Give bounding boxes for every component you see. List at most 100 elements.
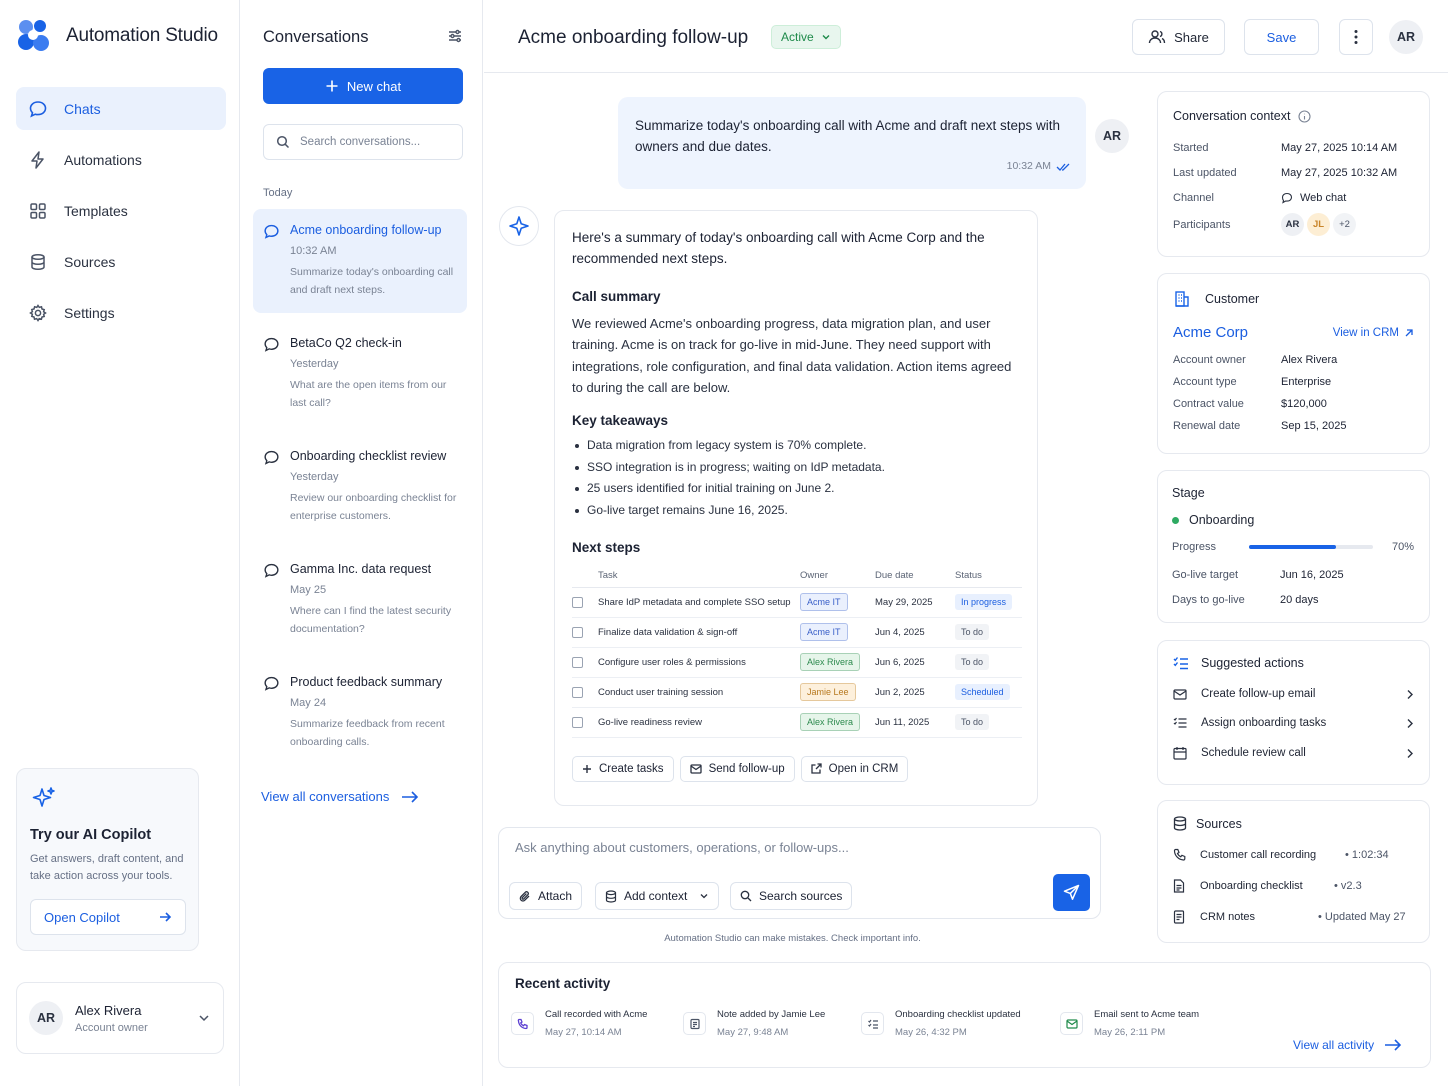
owner-badge[interactable]: Acme IT xyxy=(800,623,848,642)
table-row: Share IdP metadata and complete SSO setu… xyxy=(572,587,1022,618)
conversation-item[interactable]: Gamma Inc. data request May 25 Where can… xyxy=(253,548,467,652)
attach-button[interactable]: Attach xyxy=(509,882,583,910)
user-menu[interactable]: AR Alex Rivera Account owner xyxy=(16,982,224,1054)
info-icon[interactable] xyxy=(1298,109,1311,123)
open-in-crm-button[interactable]: Open in CRM xyxy=(800,755,909,782)
status-badge[interactable]: To do xyxy=(955,654,990,671)
source-item[interactable]: Customer call recording • 1:02:34 xyxy=(1173,848,1414,862)
conversation-item[interactable]: Onboarding checklist review Yesterday Re… xyxy=(253,435,467,539)
customer-name[interactable]: Acme Corp xyxy=(1173,324,1248,341)
search-icon xyxy=(276,135,290,149)
new-chat-button[interactable]: New chat xyxy=(263,68,463,104)
status-badge[interactable]: To do xyxy=(955,714,990,731)
copilot-promo: Try our AI Copilot Get answers, draft co… xyxy=(16,768,199,951)
sidebar: Automation Studio Chats Automations Temp… xyxy=(0,0,240,1086)
user-name: Alex Rivera xyxy=(75,1002,142,1018)
owner-badge[interactable]: Alex Rivera xyxy=(800,713,861,732)
add-context-button[interactable]: Add context xyxy=(595,882,720,910)
sources-title: Sources xyxy=(1196,816,1242,831)
source-item[interactable]: Onboarding checklist • v2.3 xyxy=(1173,879,1414,893)
task-checkbox[interactable] xyxy=(572,626,583,638)
conversation-preview: What are the open items from our last ca… xyxy=(290,379,447,409)
task-checkbox-cell xyxy=(572,647,598,678)
nav-item-automations[interactable]: Automations xyxy=(16,138,226,181)
suggested-action-item[interactable]: Schedule review call xyxy=(1173,746,1414,760)
conversation-date: May 24 xyxy=(290,697,327,709)
due-date-cell: May 29, 2025 xyxy=(875,587,955,618)
chat-bubble-icon xyxy=(263,336,280,412)
stage-row: Go-live target Jun 16, 2025 xyxy=(1172,569,1415,581)
search-input[interactable] xyxy=(300,136,450,148)
conversation-item[interactable]: Product feedback summary May 24 Summariz… xyxy=(253,661,467,765)
field-value: Sep 15, 2025 xyxy=(1281,420,1347,432)
view-all-conversations-link[interactable]: View all conversations xyxy=(261,789,419,804)
conversation-preview: Summarize feedback from recent onboardin… xyxy=(290,718,445,748)
activity-item[interactable]: Note added by Jamie Lee May 27, 9:48 AM xyxy=(683,1009,825,1038)
document-icon xyxy=(1173,879,1200,893)
conversation-title: Acme onboarding follow-up xyxy=(290,223,442,237)
conversation-item[interactable]: Acme onboarding follow-up 10:32 AM Summa… xyxy=(253,209,467,313)
add-context-label: Add context xyxy=(624,889,688,903)
activity-item[interactable]: Onboarding checklist updated May 26, 4:32… xyxy=(861,1009,1021,1038)
sources-card: Sources Customer call recording • 1:02:3… xyxy=(1157,800,1430,943)
source-item[interactable]: CRM notes • Updated May 27 xyxy=(1173,910,1414,924)
call-summary-heading: Call summary xyxy=(572,289,661,304)
avatar: AR xyxy=(29,1001,63,1035)
participants[interactable]: AR JL +2 xyxy=(1281,213,1356,236)
activity-item[interactable]: Email sent to Acme team May 26, 2:11 PM xyxy=(1060,1009,1199,1038)
conversation-item[interactable]: BetaCo Q2 check-in Yesterday What are th… xyxy=(253,322,467,426)
filter-icon[interactable] xyxy=(447,28,463,44)
nav-item-sources[interactable]: Sources xyxy=(16,240,226,283)
send-follow-up-button[interactable]: Send follow-up xyxy=(679,755,795,782)
task-checkbox[interactable] xyxy=(572,656,583,668)
send-button[interactable] xyxy=(1053,874,1090,911)
activity-item[interactable]: Call recorded with Acme May 27, 10:14 AM xyxy=(511,1009,647,1038)
status-badge[interactable]: In progress xyxy=(955,594,1013,611)
task-checkbox[interactable] xyxy=(572,596,583,608)
status-badge[interactable]: Active xyxy=(771,25,841,49)
stage-key: Go-live target xyxy=(1172,569,1239,581)
create-tasks-button[interactable]: Create tasks xyxy=(572,755,674,782)
task-checkbox[interactable] xyxy=(572,716,583,728)
header-avatar[interactable]: AR xyxy=(1389,20,1423,54)
search-sources-button[interactable]: Search sources xyxy=(730,882,853,910)
chevron-down-icon xyxy=(197,1011,211,1025)
recent-activity: Recent activity Call recorded with Acme M… xyxy=(498,962,1431,1068)
page-title: Acme onboarding follow-up xyxy=(518,27,749,48)
message-input[interactable] xyxy=(515,840,1075,855)
suggested-action-item[interactable]: Assign onboarding tasks xyxy=(1173,717,1414,729)
nav-item-templates[interactable]: Templates xyxy=(16,189,226,232)
suggested-action-item[interactable]: Create follow-up email xyxy=(1173,688,1414,700)
view-in-crm-link[interactable]: View in CRM xyxy=(1333,327,1414,339)
status-badge[interactable]: To do xyxy=(955,624,990,641)
save-button[interactable]: Save xyxy=(1244,19,1319,55)
more-vertical-icon xyxy=(1354,29,1358,45)
more-options-button[interactable] xyxy=(1339,19,1373,55)
list-check-icon xyxy=(1173,656,1189,670)
stage-key: Days to go-live xyxy=(1172,594,1245,606)
database-icon xyxy=(605,889,617,903)
owner-badge[interactable]: Jamie Lee xyxy=(800,683,856,702)
task-cell: Configure user roles & permissions xyxy=(598,647,800,678)
nav-item-chats[interactable]: Chats xyxy=(16,87,226,130)
view-all-activity-link[interactable]: View all activity xyxy=(1293,1038,1402,1052)
message-meta: 10:32 AM xyxy=(1007,156,1070,177)
table-row: Configure user roles & permissions Alex R… xyxy=(572,647,1022,678)
brand[interactable]: Automation Studio xyxy=(16,18,218,54)
owner-badge[interactable]: Acme IT xyxy=(800,593,848,612)
share-button[interactable]: Share xyxy=(1132,19,1225,55)
database-icon xyxy=(1173,816,1187,831)
arrow-right-icon xyxy=(158,910,172,924)
field-key: Contract value xyxy=(1173,398,1244,410)
owner-cell: Acme IT xyxy=(800,587,875,618)
status-badge[interactable]: Scheduled xyxy=(955,684,1010,701)
open-copilot-button[interactable]: Open Copilot xyxy=(30,899,186,935)
field-key: Renewal date xyxy=(1173,420,1241,432)
task-checkbox[interactable] xyxy=(572,686,583,698)
nav-item-settings[interactable]: Settings xyxy=(16,291,226,334)
owner-badge[interactable]: Alex Rivera xyxy=(800,653,861,672)
status-cell: To do xyxy=(955,707,1022,738)
chevron-down-icon xyxy=(699,891,709,901)
context-row: Channel Web chat xyxy=(1173,192,1414,204)
status-cell: Scheduled xyxy=(955,677,1022,708)
